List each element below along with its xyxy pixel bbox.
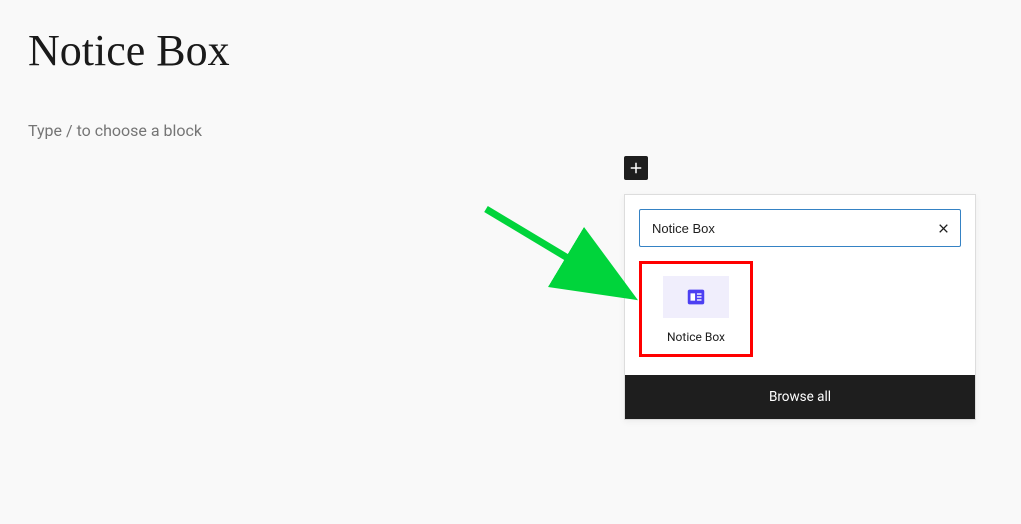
block-results: Notice Box (625, 261, 975, 375)
search-input[interactable] (640, 210, 928, 246)
close-icon (937, 222, 950, 235)
block-inserter-panel: Notice Box Browse all (624, 194, 976, 420)
browse-all-button[interactable]: Browse all (625, 375, 975, 419)
block-label: Notice Box (667, 330, 725, 344)
plus-icon (627, 159, 645, 177)
clear-search-button[interactable] (928, 213, 958, 243)
block-icon-wrap (663, 276, 729, 318)
notice-box-icon (685, 286, 707, 308)
page-title: Notice Box (0, 0, 1021, 76)
block-item-notice-box[interactable]: Notice Box (644, 266, 748, 352)
annotation-arrow (478, 201, 648, 311)
search-box (639, 209, 961, 247)
add-block-button[interactable] (624, 156, 648, 180)
block-placeholder[interactable]: Type / to choose a block (0, 76, 1021, 140)
annotation-highlight: Notice Box (639, 261, 753, 357)
